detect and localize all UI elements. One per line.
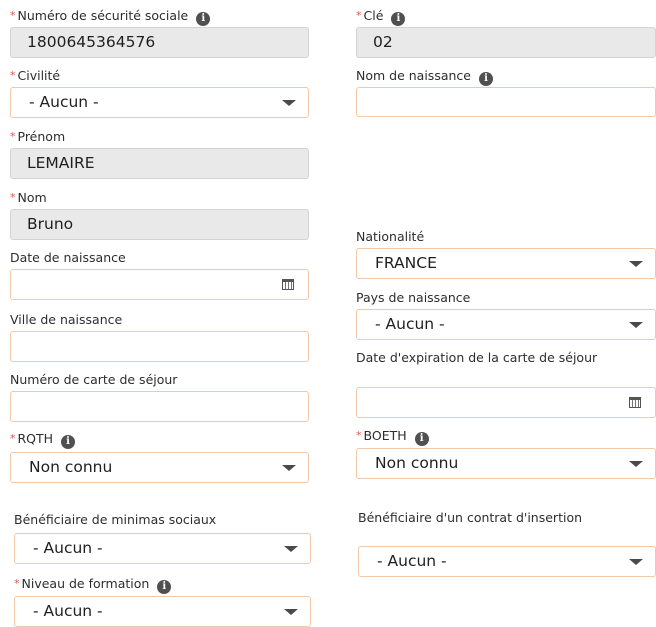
- boeth-select[interactable]: Non connu: [356, 448, 656, 479]
- chevron-down-icon: [284, 609, 298, 615]
- chevron-down-icon: [629, 461, 643, 467]
- nss-field[interactable]: 1800645364576: [10, 27, 309, 58]
- num-carte-sejour-input[interactable]: [10, 391, 309, 422]
- prenom-label: * Prénom: [10, 129, 66, 144]
- prenom-field[interactable]: LEMAIRE: [10, 148, 309, 179]
- chevron-down-icon: [629, 559, 643, 565]
- nationalite-select[interactable]: FRANCE: [356, 248, 656, 279]
- nom-field[interactable]: Bruno: [10, 209, 309, 240]
- minimas-label: Bénéficiaire de minimas sociaux: [14, 512, 217, 527]
- required-marker: *: [10, 69, 16, 82]
- cle-field[interactable]: 02: [356, 27, 656, 58]
- nationalite-label: Nationalité: [356, 229, 425, 244]
- civilite-label: * Civilité: [10, 68, 61, 83]
- required-marker: *: [10, 191, 16, 204]
- niveau-formation-select[interactable]: - Aucun -: [14, 596, 311, 627]
- date-expiration-input[interactable]: [356, 387, 656, 418]
- required-marker: *: [14, 577, 20, 590]
- niveau-formation-label: * Niveau de formation i: [14, 576, 172, 594]
- info-icon[interactable]: i: [157, 580, 172, 594]
- ville-naissance-input[interactable]: [10, 331, 309, 362]
- chevron-down-icon: [629, 322, 643, 328]
- required-marker: *: [356, 9, 362, 22]
- date-naissance-input[interactable]: [10, 269, 309, 300]
- chevron-down-icon: [629, 261, 643, 267]
- minimas-select[interactable]: - Aucun -: [14, 533, 311, 564]
- rqth-select[interactable]: Non connu: [10, 452, 309, 483]
- info-icon[interactable]: i: [478, 72, 493, 86]
- ville-naissance-label: Ville de naissance: [10, 312, 123, 327]
- required-marker: *: [10, 432, 16, 445]
- nom-naissance-label: Nom de naissance i: [356, 68, 493, 86]
- calendar-icon[interactable]: [282, 279, 294, 290]
- pays-naissance-label: Pays de naissance: [356, 290, 471, 305]
- date-expiration-label: Date d'expiration de la carte de séjour: [356, 350, 598, 365]
- num-carte-sejour-label: Numéro de carte de séjour: [10, 372, 178, 387]
- calendar-icon[interactable]: [629, 397, 641, 408]
- contrat-insertion-select[interactable]: - Aucun -: [358, 546, 656, 577]
- nss-label: * Numéro de sécurité sociale i: [10, 8, 211, 26]
- date-naissance-label: Date de naissance: [10, 250, 126, 265]
- required-marker: *: [356, 429, 362, 442]
- nom-naissance-input[interactable]: [356, 87, 656, 117]
- rqth-label: * RQTH i: [10, 431, 76, 449]
- civilite-select[interactable]: - Aucun -: [10, 87, 309, 118]
- chevron-down-icon: [284, 546, 298, 552]
- required-marker: *: [10, 9, 16, 22]
- pays-naissance-select[interactable]: - Aucun -: [356, 309, 656, 340]
- boeth-label: * BOETH i: [356, 428, 429, 446]
- nom-label: * Nom: [10, 190, 47, 205]
- info-icon[interactable]: i: [61, 435, 76, 449]
- info-icon[interactable]: i: [391, 12, 406, 26]
- required-marker: *: [10, 130, 16, 143]
- chevron-down-icon: [282, 100, 296, 106]
- chevron-down-icon: [282, 465, 296, 471]
- contrat-insertion-label: Bénéficiaire d'un contrat d'insertion: [358, 510, 583, 525]
- info-icon[interactable]: i: [196, 12, 211, 26]
- cle-label: * Clé i: [356, 8, 406, 26]
- info-icon[interactable]: i: [414, 432, 429, 446]
